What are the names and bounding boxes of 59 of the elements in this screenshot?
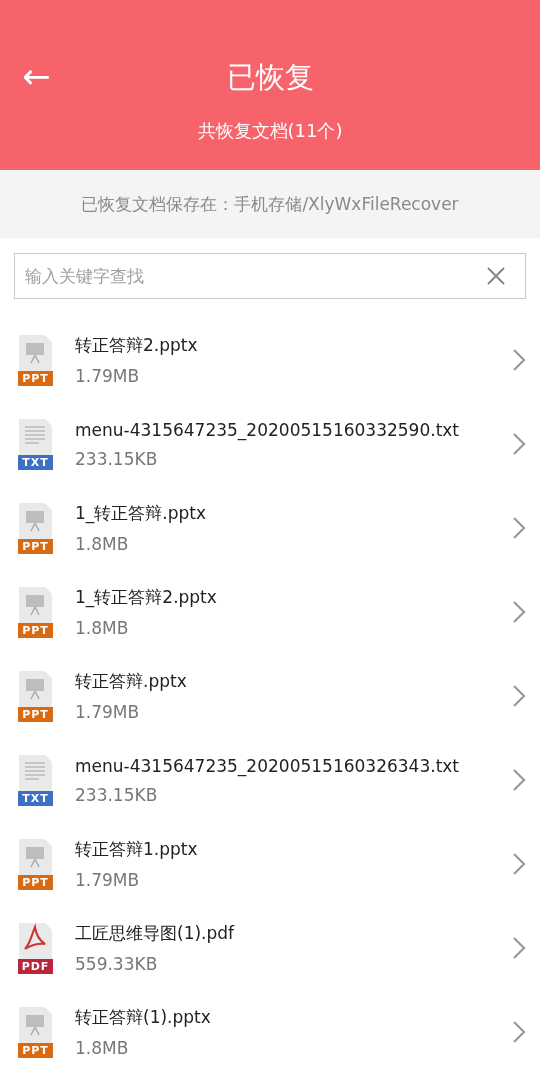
chevron-icon (512, 684, 526, 708)
search-field[interactable]: 输入关键字查找 (14, 253, 526, 299)
file-icon (18, 1006, 53, 1043)
file-name: 转正答辩2.pptx (75, 334, 198, 357)
file-type-badge: PDF (18, 959, 53, 974)
close-icon[interactable] (486, 266, 506, 286)
file-icon (18, 502, 53, 539)
recovered-count: 共恢复文档(11个) (197, 119, 343, 143)
file-row[interactable]: PPT 转正答辩(1).pptx 1.8MB (0, 990, 540, 1074)
chevron-icon (512, 1020, 526, 1044)
chevron-icon (512, 348, 526, 372)
file-row[interactable]: TXT menu-4315647235_20200515160332590.txt 233.15KB (0, 402, 540, 486)
chevron-icon (512, 516, 526, 540)
file-type-badge: TXT (18, 455, 53, 470)
file-size: 1.79MB (75, 366, 140, 386)
file-type-badge: PPT (18, 539, 53, 554)
file-icon (18, 334, 53, 371)
file-icon (18, 418, 53, 455)
file-row[interactable]: PDF 工匠思维导图(1).pdf 559.33KB (0, 906, 540, 990)
file-size: 1.79MB (75, 870, 140, 890)
chevron-icon (512, 852, 526, 876)
chevron-icon (512, 600, 526, 624)
chevron-icon (512, 936, 526, 960)
file-type-badge: PPT (18, 623, 53, 638)
file-row[interactable]: TXT menu-4315647235_20200515160326343.txt 233.15KB (0, 738, 540, 822)
file-row[interactable]: PPT 转正答辩1.pptx 1.79MB (0, 822, 540, 906)
file-icon (18, 754, 53, 791)
file-type-badge: PPT (18, 707, 53, 722)
file-row[interactable]: PPT 1_转正答辩2.pptx 1.8MB (0, 570, 540, 654)
file-type-badge: PPT (18, 371, 53, 386)
file-icon (18, 586, 53, 623)
file-type-badge: PPT (18, 1043, 53, 1058)
file-icon (18, 670, 53, 707)
file-name: 工匠思维导图(1).pdf (75, 922, 235, 945)
file-name: 转正答辩(1).pptx (75, 1006, 211, 1029)
file-row[interactable]: PPT 转正答辩2.pptx 1.79MB (0, 318, 540, 402)
file-name: menu-4315647235_20200515160326343.txt (75, 755, 460, 776)
file-name: 转正答辩1.pptx (75, 838, 198, 861)
save-path-text: 已恢复文档保存在：手机存储/XlyWxFileRecover (81, 192, 459, 216)
file-icon (18, 838, 53, 875)
chevron-icon (512, 432, 526, 456)
file-type-badge: PPT (18, 875, 53, 890)
page-title: 已恢复 (226, 59, 314, 96)
file-name: 1_转正答辩.pptx (75, 502, 207, 525)
file-type-badge: TXT (18, 791, 53, 806)
file-size: 1.8MB (75, 534, 129, 554)
file-icon (18, 922, 53, 959)
file-row[interactable]: PPT 1_转正答辩.pptx 1.8MB (0, 486, 540, 570)
file-name: menu-4315647235_20200515160332590.txt (75, 419, 460, 440)
file-size: 1.79MB (75, 702, 140, 722)
file-size: 233.15KB (75, 784, 158, 805)
file-row[interactable]: PPT 转正答辩.pptx 1.79MB (0, 654, 540, 738)
file-name: 1_转正答辩2.pptx (75, 586, 217, 609)
chevron-icon (512, 768, 526, 792)
file-size: 233.15KB (75, 448, 158, 469)
file-size: 1.8MB (75, 1038, 129, 1058)
file-size: 1.8MB (75, 618, 129, 638)
file-name: 转正答辩.pptx (75, 670, 187, 693)
file-size: 559.33KB (75, 954, 158, 974)
